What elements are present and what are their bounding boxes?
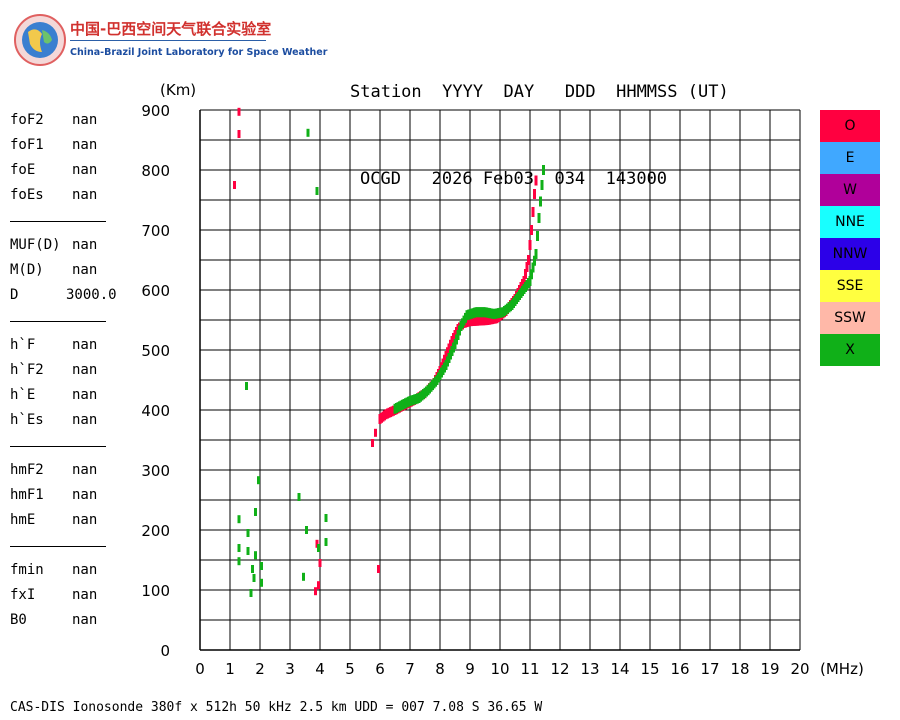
- echo-point-x: [302, 572, 305, 581]
- y-tick-label: 900: [141, 102, 170, 120]
- x-tick-label: 20: [790, 660, 809, 678]
- y-tick-label: 100: [141, 582, 170, 600]
- x-tick-label: 12: [550, 660, 569, 678]
- echo-point-x: [297, 493, 301, 501]
- echo-mark-o: [533, 189, 536, 199]
- echo-mark-x: [539, 196, 542, 207]
- echo-point-x: [254, 508, 257, 516]
- y-tick-label: 300: [141, 462, 170, 480]
- echo-mark-o: [530, 225, 533, 235]
- x-tick-label: 14: [610, 660, 629, 678]
- legend-item-ssw: SSW: [820, 302, 880, 334]
- echo-point-o: [317, 581, 320, 590]
- x-tick-label: 6: [375, 660, 385, 678]
- legend-item-nnw: NNW: [820, 238, 880, 270]
- echo-point-x: [260, 578, 263, 587]
- echo-point-x: [237, 515, 241, 524]
- x-tick-label: 17: [700, 660, 719, 678]
- x-tick-label: 7: [405, 660, 415, 678]
- y-axis-label: (Km): [160, 81, 196, 99]
- x-tick-label: 11: [520, 660, 539, 678]
- echo-point-x: [306, 128, 310, 137]
- echo-point-x: [251, 565, 254, 573]
- echo-mark-o: [534, 175, 538, 186]
- echo-point-o: [371, 439, 374, 447]
- x-tick-label: 15: [640, 660, 659, 678]
- echo-point-x: [249, 589, 253, 597]
- legend-item-x: X: [820, 334, 880, 366]
- legend-item-nne: NNE: [820, 206, 880, 238]
- x-tick-label: 4: [315, 660, 325, 678]
- x-axis-label: (MHz): [820, 660, 864, 678]
- echo-point-x: [317, 544, 320, 552]
- y-tick-label: 600: [141, 282, 170, 300]
- x-tick-label: 2: [255, 660, 265, 678]
- y-tick-label: 400: [141, 402, 170, 420]
- echo-point-x: [260, 562, 263, 570]
- x-tick-label: 9: [465, 660, 475, 678]
- x-tick-label: 5: [345, 660, 355, 678]
- y-tick-label: 800: [141, 162, 170, 180]
- x-tick-label: 10: [490, 660, 509, 678]
- echo-mark-o: [528, 240, 532, 250]
- chart-grid: [199, 109, 801, 651]
- echo-point-x: [246, 529, 250, 537]
- echo-mark-o: [527, 255, 530, 265]
- x-tick-label: 0: [195, 660, 205, 678]
- echo-point-x: [252, 574, 256, 582]
- x-tick-label: 13: [580, 660, 599, 678]
- x-tick-label: 19: [760, 660, 779, 678]
- legend-item-e: E: [820, 142, 880, 174]
- echo-point-x: [324, 538, 328, 546]
- echo-point-o: [318, 559, 322, 567]
- echo-point-o: [377, 565, 380, 573]
- echo-point-x: [254, 551, 257, 560]
- echo-mark-o: [531, 207, 535, 217]
- y-tick-label: 0: [160, 642, 170, 660]
- legend-item-o: O: [820, 110, 880, 142]
- echo-mark-x: [536, 231, 539, 241]
- echo-point-x: [237, 544, 241, 552]
- echo-point-o: [237, 107, 241, 116]
- echo-point-x: [315, 187, 319, 195]
- echo-point-x: [257, 476, 260, 485]
- echo-point-o: [374, 428, 377, 437]
- echo-point-x: [324, 514, 328, 522]
- echo-point-o: [233, 181, 236, 189]
- echo-mark-x: [537, 213, 541, 223]
- echo-mark-x: [534, 249, 538, 259]
- y-tick-label: 500: [141, 342, 170, 360]
- chart-data-layer: [233, 107, 545, 597]
- x-tick-label: 1: [225, 660, 235, 678]
- x-tick-label: 8: [435, 660, 445, 678]
- echo-point-x: [237, 557, 241, 566]
- y-tick-label: 200: [141, 522, 170, 540]
- echo-point-x: [305, 526, 308, 534]
- legend-item-sse: SSE: [820, 270, 880, 302]
- legend-item-w: W: [820, 174, 880, 206]
- echo-point-o: [314, 587, 317, 596]
- echo-point-o: [237, 130, 241, 138]
- echo-point-x: [245, 382, 248, 390]
- x-tick-label: 3: [285, 660, 295, 678]
- instrument-footer: CAS-DIS Ionosonde 380f x 512h 50 kHz 2.5…: [10, 700, 543, 715]
- echo-point-x: [246, 547, 250, 555]
- polarization-legend: O E W NNE NNW SSE SSW X: [820, 110, 880, 366]
- x-tick-label: 18: [730, 660, 749, 678]
- y-tick-label: 700: [141, 222, 170, 240]
- echo-mark-x: [540, 180, 544, 190]
- ionogram-chart: 0 1 2 3 4 5 6 7 8 9 10 11 12 13 14 15 16 17 18 19 2001002003…: [141, 81, 864, 678]
- echo-mark-x: [542, 165, 545, 175]
- x-tick-label: 16: [670, 660, 689, 678]
